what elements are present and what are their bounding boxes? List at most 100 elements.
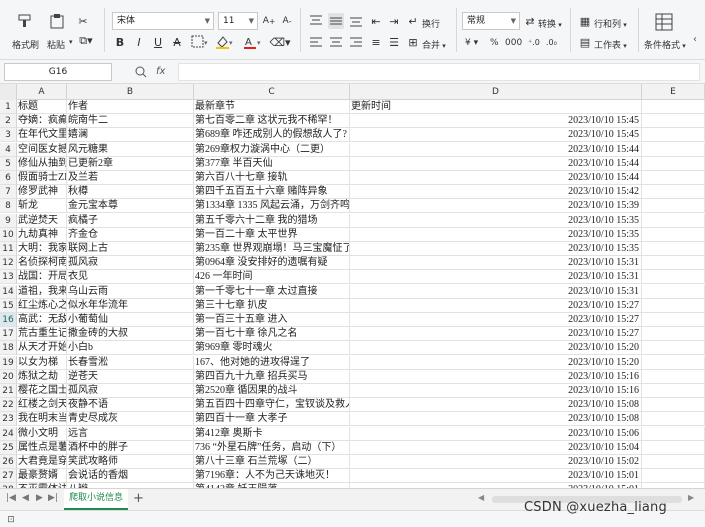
cell-update-time[interactable]: 2023/10/10 15:20 [350, 355, 642, 370]
cell-empty[interactable] [642, 398, 705, 413]
format-painter-button[interactable]: 格式刷 [12, 38, 39, 51]
row-header[interactable]: 2 [0, 114, 17, 129]
cell-title[interactable]: 大君竟是穿 [17, 455, 67, 469]
cell-update-time[interactable]: 2023/10/10 15:01 [350, 469, 642, 484]
cell-update-time[interactable]: 2023/10/10 15:31 [350, 270, 642, 285]
worksheet-icon[interactable]: ▤ [578, 34, 592, 50]
column-header-e[interactable]: E [642, 84, 705, 100]
cell-empty[interactable] [642, 100, 705, 114]
convert-button[interactable]: 转换 ▾ [538, 17, 562, 30]
cell-empty[interactable] [642, 426, 705, 441]
align-center-icon[interactable] [328, 34, 344, 50]
cell-update-time[interactable]: 2023/10/10 15:45 [350, 114, 642, 129]
paste-dropdown-icon[interactable]: ▾ [69, 38, 73, 46]
row-header[interactable]: 10 [0, 227, 17, 242]
column-header-a[interactable]: A [17, 84, 67, 100]
row-header[interactable]: 1 [0, 100, 17, 114]
cell-latest-chapter[interactable]: 第一百三十五章 进入 [194, 313, 350, 327]
cell-empty[interactable] [642, 242, 705, 256]
cell-latest-chapter[interactable]: 第969章 零时魂火 [194, 341, 350, 356]
align-top-icon[interactable] [308, 13, 324, 29]
row-header[interactable]: 3 [0, 128, 17, 143]
cell-title[interactable]: 高武：无敌 [17, 313, 67, 327]
cell-author[interactable]: 似水年华流年 [67, 298, 194, 313]
cell-empty[interactable] [642, 313, 705, 327]
worksheet-button[interactable]: 工作表 ▾ [594, 38, 627, 51]
next-sheet-icon[interactable]: ▶ [36, 493, 43, 503]
distributed-icon[interactable]: ☰ [386, 34, 402, 50]
cell-update-time[interactable]: 2023/10/10 15:08 [350, 398, 642, 413]
cell-empty[interactable] [642, 298, 705, 313]
cell-title[interactable]: 大明：我家 [17, 242, 67, 256]
status-icon[interactable]: ⊡ [4, 513, 18, 526]
increase-decimal-icon[interactable]: ⁺.0 [528, 38, 540, 47]
font-color-icon[interactable]: A ▾ [242, 34, 264, 50]
strikethrough-icon[interactable]: A [170, 34, 184, 50]
cell-author[interactable]: 秋樽 [67, 185, 194, 200]
decrease-decimal-icon[interactable]: .0₀ [546, 38, 557, 47]
paste-icon[interactable] [48, 12, 66, 30]
indent-increase-icon[interactable]: ⇥ [386, 13, 402, 29]
cell-title[interactable]: 我在明末当 [17, 412, 67, 427]
cell-author[interactable]: 长春雪淞 [67, 355, 194, 370]
bold-icon[interactable]: B [113, 34, 127, 50]
cell-latest-chapter[interactable]: 第八十三章 石兰荒塚（二） [194, 455, 350, 469]
cell-empty[interactable] [642, 270, 705, 285]
align-middle-icon[interactable] [328, 13, 344, 29]
cell-latest-chapter[interactable]: 第三十七章 扒皮 [194, 298, 350, 313]
cell-empty[interactable] [642, 469, 705, 484]
cell-update-time[interactable]: 2023/10/10 15:44 [350, 142, 642, 157]
cell-update-time[interactable]: 2023/10/10 15:16 [350, 384, 642, 398]
prev-sheet-icon[interactable]: ◀ [22, 493, 29, 503]
cell-empty[interactable] [642, 341, 705, 356]
row-header[interactable]: 4 [0, 142, 17, 157]
cell-title[interactable]: 红尘炼心之 [17, 298, 67, 313]
cell-update-time[interactable]: 2023/10/10 15:16 [350, 369, 642, 384]
border-icon[interactable]: ▾ [190, 34, 210, 50]
cell-title[interactable]: 夺嫡：疯癫 [17, 114, 67, 129]
cell-latest-chapter[interactable]: 第六百八十七章 接轨 [194, 171, 350, 185]
fill-color-icon[interactable]: ▾ [214, 34, 236, 50]
cut-icon[interactable]: ✂ [76, 14, 90, 28]
column-header-d[interactable]: D [350, 84, 642, 100]
align-right-icon[interactable] [348, 34, 364, 50]
cell-update-time[interactable]: 2023/10/10 15:27 [350, 327, 642, 342]
format-painter-icon[interactable] [16, 12, 34, 30]
cell-title[interactable]: 空间医女撼 [17, 142, 67, 157]
cell-author[interactable]: 夜静不语 [67, 398, 194, 413]
cell-update-time[interactable]: 2023/10/10 15:27 [350, 313, 642, 327]
row-header[interactable]: 24 [0, 426, 17, 441]
cell-title[interactable]: 假面骑士ZI [17, 171, 67, 185]
row-header[interactable]: 13 [0, 270, 17, 285]
row-header[interactable]: 25 [0, 440, 17, 455]
cell-empty[interactable] [642, 185, 705, 200]
cell-latest-chapter[interactable]: 167、他对她的进攻得逞了 [194, 355, 350, 370]
cell-author[interactable]: 皖南牛二 [67, 114, 194, 129]
cell-update-time[interactable]: 2023/10/10 15:31 [350, 256, 642, 271]
cell-title[interactable]: 最豪赘婿 [17, 469, 67, 484]
row-header[interactable]: 26 [0, 455, 17, 469]
cell-author[interactable]: 齐金仓 [67, 227, 194, 242]
cell-empty[interactable] [642, 227, 705, 242]
cell-author[interactable]: 小葡萄仙 [67, 313, 194, 327]
cell-update-time[interactable]: 2023/10/10 15:44 [350, 171, 642, 185]
percent-icon[interactable]: % [490, 38, 499, 48]
copy-icon[interactable]: ⧉▾ [76, 34, 96, 48]
convert-icon[interactable]: ⇄ [524, 12, 536, 30]
cell-empty[interactable] [642, 440, 705, 455]
row-header[interactable]: 27 [0, 469, 17, 484]
underline-icon[interactable]: U [151, 34, 165, 50]
indent-decrease-icon[interactable]: ⇤ [368, 13, 384, 29]
cell-title[interactable]: 樱花之国士 [17, 384, 67, 398]
font-name-select[interactable]: 宋体 ▼ [112, 12, 214, 30]
cell-latest-chapter[interactable]: 第269章权力漩涡中心（二更） [194, 142, 350, 157]
cell-empty[interactable] [642, 327, 705, 342]
cell-latest-chapter[interactable]: 第412章 奥斯卡 [194, 426, 350, 441]
column-header-c[interactable]: C [194, 84, 350, 100]
align-left-icon[interactable] [308, 34, 324, 50]
cell-latest-chapter[interactable]: 第一千零七十一章 太过直接 [194, 284, 350, 299]
cell-title[interactable]: 红楼之剑天 [17, 398, 67, 413]
cell-title[interactable]: 属性点是薯 [17, 440, 67, 455]
row-header[interactable]: 18 [0, 341, 17, 356]
cell-empty[interactable] [642, 355, 705, 370]
